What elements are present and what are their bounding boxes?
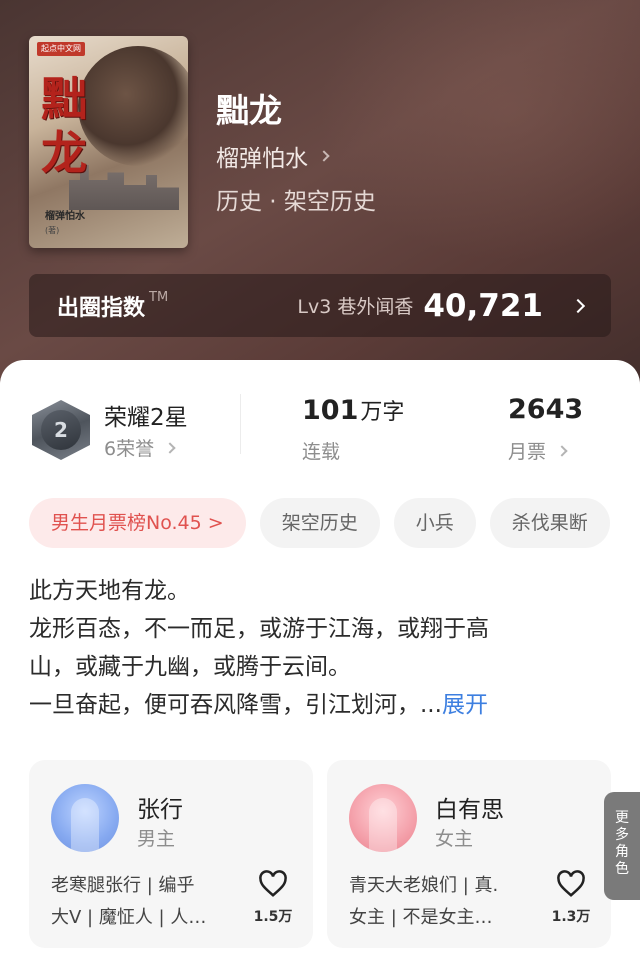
chevron-right-icon (164, 441, 176, 454)
more-tab-char: 多 (615, 827, 629, 843)
honor-medal-icon[interactable]: 2 (32, 400, 90, 460)
character-role: 男主 (137, 828, 176, 850)
character-desc-line: 女主 | 不是女主… (349, 907, 493, 928)
book-cover[interactable]: 起点中文网 黜龙 榴弹怕水 (著) (29, 36, 188, 248)
word-count-value: 101 (302, 395, 359, 426)
index-value: 40,721 (423, 287, 543, 324)
character-desc: 老寒腿张行 | 编乎 大V | 魔怔人 | 人… (51, 870, 237, 934)
tag-item[interactable]: 架空历史 (259, 498, 380, 548)
character-card[interactable]: 张行 男主 老寒腿张行 | 编乎 大V | 魔怔人 | 人… 1.5万 (29, 760, 313, 948)
stats-row: 2 荣耀2星 6荣誉 101万字 连载 2643 月票 (0, 390, 640, 470)
like-button[interactable]: 1.3万 (551, 870, 591, 926)
expand-link[interactable]: 展开 (442, 692, 488, 718)
more-characters-button[interactable]: 更 多 角 色 (604, 792, 640, 900)
more-tab-char: 色 (615, 861, 629, 877)
book-header: 起点中文网 黜龙 榴弹怕水 (著) 黜龙 榴弹怕水 历史 · 架空历史 出圈指数… (0, 0, 640, 420)
more-tab-char: 更 (615, 810, 629, 826)
monthly-ticket-count: 2643 (508, 394, 584, 425)
author-name: 榴弹怕水 (216, 146, 308, 172)
like-count: 1.3万 (551, 909, 591, 925)
cover-mark-text: (著) (45, 226, 60, 235)
character-list: 张行 男主 老寒腿张行 | 编乎 大V | 魔怔人 | 人… 1.5万 白有思 … (29, 760, 640, 950)
book-description: 此方天地有龙。 龙形百态，不一而足，或游于江海，或翔于高 山，或藏于九幽，或腾于… (29, 572, 609, 724)
honor-count-link[interactable]: 6荣誉 (104, 434, 176, 461)
heart-icon (557, 870, 585, 897)
honor-count: 6荣誉 (104, 438, 155, 460)
tag-row: 男生月票榜No.45 > 架空历史 小兵 杀伐果断 (29, 498, 610, 548)
divider (240, 394, 241, 454)
character-name: 张行 (137, 797, 183, 823)
description-line: 此方天地有龙。 (29, 578, 190, 604)
character-desc-line: 青天大老娘们 | 真. (349, 875, 499, 896)
cover-publisher-logo: 起点中文网 (37, 42, 85, 56)
book-title: 黜龙 (216, 91, 282, 130)
monthly-ticket-link[interactable]: 月票 (508, 437, 568, 464)
trademark-mark: TM (149, 290, 169, 305)
popularity-index-bar[interactable]: 出圈指数 TM Lv3 巷外闻香 40,721 (29, 274, 611, 337)
description-line: 龙形百态，不一而足，或游于江海，或翔于高 (29, 616, 489, 642)
character-desc: 青天大老娘们 | 真. 女主 | 不是女主… (349, 870, 535, 934)
more-tab-char: 角 (615, 844, 629, 860)
like-button[interactable]: 1.5万 (253, 870, 293, 926)
cover-author-text: 榴弹怕水 (45, 211, 85, 222)
cover-title-text: 黜龙 (41, 72, 87, 180)
avatar (51, 784, 119, 852)
heart-icon (259, 870, 287, 897)
description-line-last: 一旦奋起，便可吞风降雪，引江划河，...展开 (29, 686, 609, 724)
honor-rank-title[interactable]: 荣耀2星 (104, 398, 188, 432)
tag-ranking[interactable]: 男生月票榜No.45 > (29, 498, 246, 548)
word-count: 101万字 (302, 394, 404, 426)
medal-number: 2 (41, 410, 81, 450)
index-level: Lv3 巷外闻香 (297, 296, 414, 318)
book-genre: 历史 · 架空历史 (216, 189, 376, 215)
tag-item[interactable]: 小兵 (393, 498, 476, 548)
author-link[interactable]: 榴弹怕水 (216, 139, 330, 173)
word-count-unit: 万字 (360, 400, 405, 425)
monthly-ticket-label: 月票 (508, 441, 547, 463)
index-label: 出圈指数 (57, 295, 146, 321)
character-name: 白有思 (435, 797, 504, 823)
character-desc-line: 老寒腿张行 | 编乎 (51, 875, 195, 896)
tag-item[interactable]: 杀伐果断 (489, 498, 610, 548)
character-desc-line: 大V | 魔怔人 | 人… (51, 907, 207, 928)
character-role: 女主 (435, 828, 474, 850)
description-line: 山，或藏于九幽，或腾于云间。 (29, 654, 351, 680)
book-detail-sheet: 2 荣耀2星 6荣誉 101万字 连载 2643 月票 男生月票榜No.45 >… (0, 360, 640, 959)
chevron-right-icon (318, 150, 330, 162)
like-count: 1.5万 (253, 909, 293, 925)
description-line: 一旦奋起，便可吞风降雪，引江划河，... (29, 692, 442, 718)
chevron-right-icon (570, 298, 586, 313)
chevron-right-icon (556, 444, 568, 457)
character-card[interactable]: 白有思 女主 青天大老娘们 | 真. 女主 | 不是女主… 1.3万 (327, 760, 611, 948)
serial-status: 连载 (302, 441, 341, 463)
avatar (349, 784, 417, 852)
